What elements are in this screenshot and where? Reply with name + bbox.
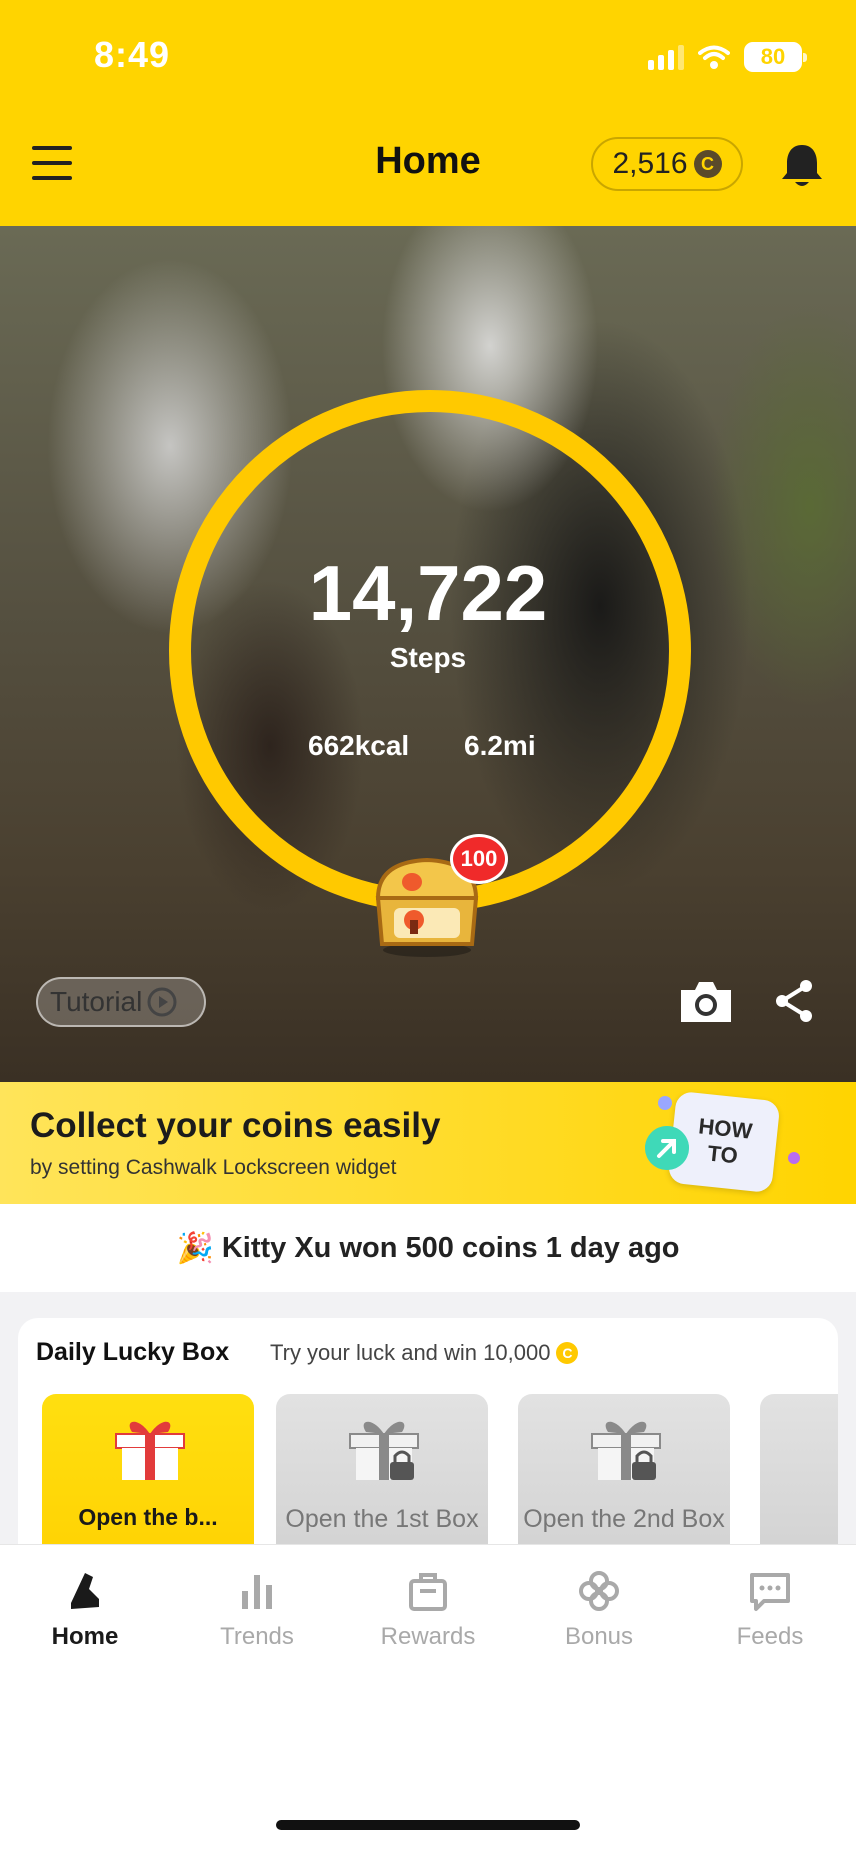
gift-icon	[115, 1421, 185, 1480]
banner-subtitle: by setting Cashwalk Lockscreen widget	[30, 1156, 397, 1179]
winner-ticker: 🎉 Kitty Xu won 500 coins 1 day ago	[0, 1204, 856, 1292]
battery-icon: 80	[744, 42, 807, 72]
coin-icon: C	[693, 150, 722, 178]
home-indicator	[276, 1820, 580, 1830]
step-tracker-hero: 14,722 Steps 662kcal 6.2mi 100 Tutorial	[0, 226, 856, 1082]
tab-rewards[interactable]: Rewards	[358, 1569, 498, 1650]
clover-icon	[579, 1571, 619, 1611]
lockscreen-widget-banner[interactable]: Collect your coins easily by setting Cas…	[0, 1082, 856, 1204]
lucky-box-subtitle: Try your luck and win 10,000 C	[270, 1340, 579, 1366]
sneaker-icon	[71, 1573, 99, 1609]
tab-label: Bonus	[564, 1623, 634, 1650]
tab-label: Trends	[220, 1623, 294, 1650]
step-count: 14,722	[308, 549, 548, 637]
bar-chart-icon	[242, 1575, 272, 1609]
how-to-label: HOW TO	[697, 1113, 754, 1169]
battery-level: 80	[760, 44, 786, 69]
wifi-icon	[698, 45, 730, 69]
winner-text: Kitty Xu won 500 coins 1 day ago	[221, 1231, 680, 1264]
calories-value: 662kcal	[308, 730, 410, 761]
chat-bubble-icon	[750, 1573, 790, 1611]
status-time: 8:49	[94, 34, 171, 75]
lucky-box-label: Open the b...	[78, 1504, 218, 1530]
share-icon[interactable]	[772, 978, 816, 1024]
tab-trends[interactable]: Trends	[187, 1569, 327, 1650]
bell-icon[interactable]	[779, 142, 825, 190]
locked-gift-icon	[349, 1421, 419, 1480]
app-header: 8:49 80 Home 2,516 C	[0, 0, 856, 226]
tab-label: Rewards	[380, 1623, 476, 1650]
tab-bonus[interactable]: Bonus	[529, 1569, 669, 1650]
locked-gift-icon	[591, 1421, 661, 1480]
tab-label: Home	[51, 1623, 119, 1650]
arrow-up-right-icon	[645, 1126, 689, 1170]
camera-icon[interactable]	[677, 978, 735, 1026]
coin-balance[interactable]: 2,516 C	[591, 137, 743, 191]
lucky-box-subtitle-text: Try your luck and win 10,000	[270, 1340, 551, 1365]
tab-feeds[interactable]: Feeds	[700, 1569, 840, 1650]
decor-dot	[658, 1096, 672, 1110]
tab-home[interactable]: Home	[15, 1569, 155, 1650]
shopping-bag-icon	[409, 1573, 447, 1611]
step-count-label: Steps	[389, 642, 467, 673]
play-icon	[147, 987, 177, 1017]
signal-icon	[648, 44, 684, 70]
tab-label: Feeds	[736, 1623, 804, 1650]
lucky-box-label: Open the 2nd Box	[523, 1505, 725, 1533]
bottom-tab-bar: Home Trends Rewards Bonus Feeds	[0, 1544, 856, 1852]
lucky-box-label: Open the 1st Box	[285, 1505, 479, 1533]
chest-count-badge: 100	[450, 834, 508, 884]
status-icons: 80	[648, 40, 807, 74]
coin-balance-value: 2,516	[612, 147, 688, 180]
distance-value: 6.2mi	[464, 730, 536, 761]
party-popper-icon: 🎉	[176, 1231, 214, 1265]
lucky-box-title: Daily Lucky Box	[36, 1338, 230, 1366]
tutorial-label: Tutorial	[50, 986, 143, 1017]
coin-icon: C	[556, 1342, 579, 1364]
decor-dot	[788, 1152, 800, 1164]
tutorial-button[interactable]: Tutorial	[36, 977, 206, 1027]
banner-title: Collect your coins easily	[30, 1106, 441, 1145]
